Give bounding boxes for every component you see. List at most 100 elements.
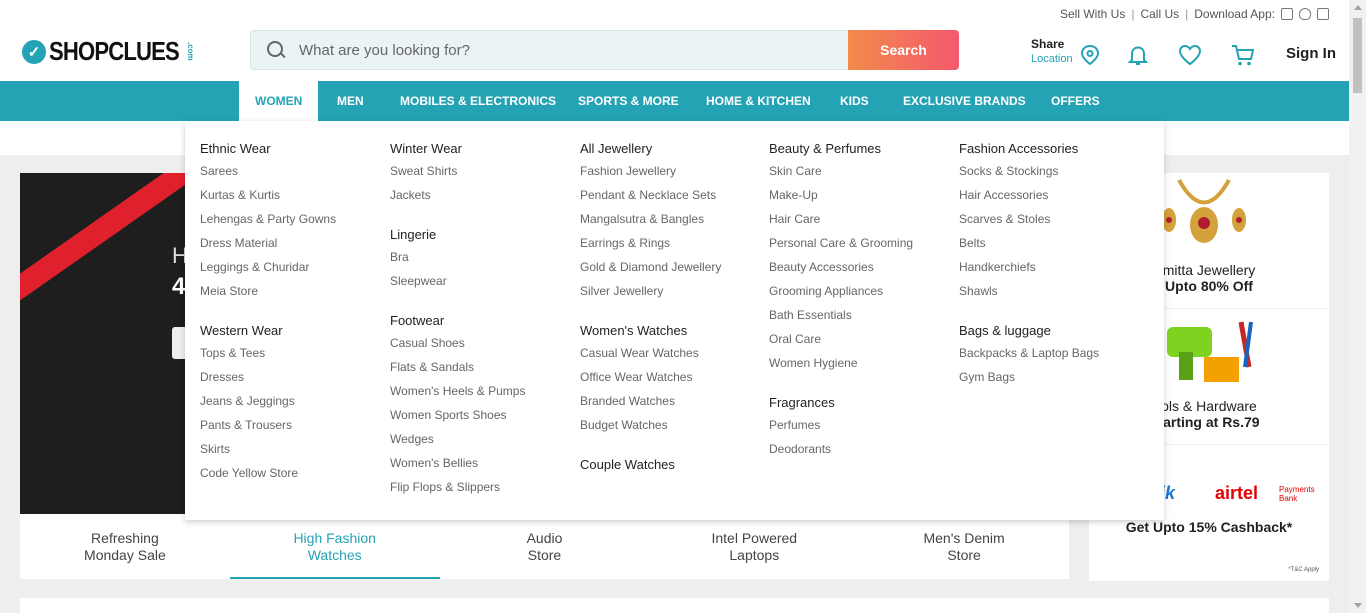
menu-item[interactable]: Tops & Tees [200,345,336,369]
menu-group-title[interactable]: Fragrances [769,393,913,417]
menu-item[interactable]: Silver Jewellery [580,283,721,307]
menu-item[interactable]: Women's Heels & Pumps [390,383,525,407]
menu-item[interactable]: Casual Wear Watches [580,345,721,369]
menu-item[interactable]: Shawls [959,283,1099,307]
menu-item[interactable]: Deodorants [769,441,913,465]
banner-tab[interactable]: Intel Powered Laptops [649,514,859,579]
menu-item[interactable]: Wedges [390,431,525,455]
tnc-note: *T&C Apply [1288,567,1319,573]
menu-item[interactable]: Office Wear Watches [580,369,721,393]
menu-group-title[interactable]: Winter Wear [390,139,525,163]
menu-item[interactable]: Bath Essentials [769,307,913,331]
heart-icon[interactable] [1177,42,1203,68]
nav-offers[interactable]: OFFERS [1051,81,1100,121]
menu-item[interactable]: Sweat Shirts [390,163,525,187]
menu-item[interactable]: Skirts [200,441,336,465]
menu-item[interactable]: Fashion Jewellery [580,163,721,187]
share-location[interactable]: Share Location [1031,37,1073,65]
search-button[interactable]: Search [848,30,959,70]
call-us-link[interactable]: Call Us [1140,7,1179,21]
menu-item[interactable]: Gym Bags [959,369,1099,393]
menu-group-title[interactable]: Beauty & Perfumes [769,139,913,163]
menu-item[interactable]: Flip Flops & Slippers [390,479,525,503]
menu-item[interactable]: Pendant & Necklace Sets [580,187,721,211]
menu-item[interactable]: Women Hygiene [769,355,913,379]
menu-item[interactable]: Scarves & Stoles [959,211,1099,235]
menu-group-title[interactable]: Lingerie [390,225,525,249]
menu-item[interactable]: Grooming Appliances [769,283,913,307]
menu-item[interactable]: Women's Bellies [390,455,525,479]
menu-item[interactable]: Women Sports Shoes [390,407,525,431]
menu-item[interactable]: Perfumes [769,417,913,441]
menu-item[interactable]: Beauty Accessories [769,259,913,283]
bell-icon[interactable] [1125,42,1151,68]
menu-item[interactable]: Code Yellow Store [200,465,336,489]
nav-women[interactable]: WOMEN [239,81,319,121]
nav-men[interactable]: MEN [337,81,364,121]
menu-item[interactable]: Jeans & Jeggings [200,393,336,417]
nav-exclusive-brands[interactable]: EXCLUSIVE BRANDS [903,81,1026,121]
nav-kids[interactable]: KIDS [840,81,869,121]
menu-item[interactable]: Pants & Trousers [200,417,336,441]
nav-mobiles-electronics[interactable]: MOBILES & ELECTRONICS [400,81,556,121]
menu-item[interactable]: Sleepwear [390,273,525,297]
menu-item[interactable]: Branded Watches [580,393,721,417]
apple-icon[interactable] [1299,8,1311,20]
cart-icon[interactable] [1230,42,1256,68]
search-input[interactable] [299,41,848,59]
menu-item[interactable]: Casual Shoes [390,335,525,359]
menu-item[interactable]: Hair Accessories [959,187,1099,211]
tools-image [1167,321,1253,382]
banner-tab[interactable]: Refreshing Monday Sale [20,514,230,579]
payments-bank-label: Payments Bank [1279,485,1315,503]
shopclues-logo[interactable]: ✓ SHOPCLUES .com [22,36,195,67]
scroll-up-icon[interactable] [1354,5,1362,10]
sign-in-link[interactable]: Sign In [1286,45,1336,62]
nav-home-kitchen[interactable]: HOME & KITCHEN [706,81,811,121]
menu-group-title[interactable]: Fashion Accessories [959,139,1099,163]
menu-group-title[interactable]: Couple Watches [580,455,721,479]
menu-item[interactable]: Belts [959,235,1099,259]
menu-group-title[interactable]: Bags & luggage [959,321,1099,345]
menu-item[interactable]: Lehengas & Party Gowns [200,211,336,235]
menu-group-title[interactable]: Footwear [390,311,525,335]
menu-item[interactable]: Earrings & Rings [580,235,721,259]
menu-item[interactable]: Dress Material [200,235,336,259]
menu-item[interactable]: Backpacks & Laptop Bags [959,345,1099,369]
menu-item[interactable]: Mangalsutra & Bangles [580,211,721,235]
menu-group-title[interactable]: Western Wear [200,321,336,345]
menu-item[interactable]: Bra [390,249,525,273]
menu-group-title[interactable]: Ethnic Wear [200,139,336,163]
menu-item[interactable]: Leggings & Churidar [200,259,336,283]
menu-item[interactable]: Meia Store [200,283,336,307]
menu-item[interactable]: Socks & Stockings [959,163,1099,187]
menu-column: All Jewellery Fashion Jewellery Pendant … [580,139,721,479]
menu-item[interactable]: Jackets [390,187,525,211]
banner-tab[interactable]: Men's Denim Store [859,514,1069,579]
menu-item[interactable]: Hair Care [769,211,913,235]
menu-item[interactable]: Kurtas & Kurtis [200,187,336,211]
android-icon[interactable] [1281,8,1293,20]
scrollbar-thumb[interactable] [1353,18,1362,93]
menu-item[interactable]: Handkerchiefs [959,259,1099,283]
vertical-scrollbar[interactable] [1349,0,1366,613]
menu-item[interactable]: Budget Watches [580,417,721,441]
menu-item[interactable]: Oral Care [769,331,913,355]
banner-tab[interactable]: High Fashion Watches [229,514,440,579]
scroll-down-icon[interactable] [1354,603,1362,608]
location-pin-icon[interactable] [1077,42,1103,68]
menu-item[interactable]: Personal Care & Grooming [769,235,913,259]
menu-item[interactable]: Dresses [200,369,336,393]
banner-tab[interactable]: Audio Store [440,514,650,579]
sell-with-us-link[interactable]: Sell With Us [1060,7,1125,21]
menu-group-title[interactable]: Women's Watches [580,321,721,345]
menu-item[interactable]: Make-Up [769,187,913,211]
menu-group-title[interactable]: All Jewellery [580,139,721,163]
menu-item[interactable]: Flats & Sandals [390,359,525,383]
menu-item[interactable]: Skin Care [769,163,913,187]
nav-sports-more[interactable]: SPORTS & MORE [578,81,679,121]
menu-item[interactable]: Gold & Diamond Jewellery [580,259,721,283]
menu-item[interactable]: Sarees [200,163,336,187]
windows-icon[interactable] [1317,8,1329,20]
logo-text: SHOPCLUES [49,36,180,66]
